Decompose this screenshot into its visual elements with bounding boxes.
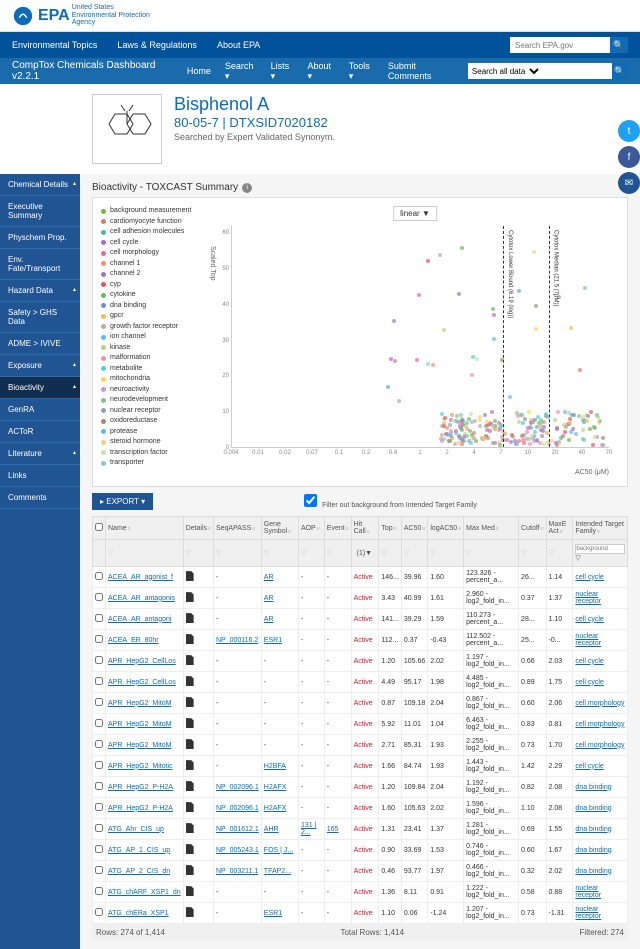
col-header[interactable]: Gene Symbol≡ [261,517,298,540]
sidebar-item-actor[interactable]: ACToR [0,421,80,443]
sidebar-item-env-fate-transport[interactable]: Env. Fate/Transport [0,249,80,280]
dashboard-search-input[interactable] [542,63,612,79]
epa-tagline: United StatesEnvironmental ProtectionAge… [72,4,150,27]
col-header[interactable] [93,517,106,540]
table-row[interactable]: ATG_AP_2_CIS_dnNP_003211.1TFAP2...--Acti… [93,861,628,882]
dashboard-search-button[interactable]: 🔍 [612,63,628,79]
scatter-plot[interactable]: Cytotox Lower Bound (6.19 (log))Cytotox … [231,226,609,448]
table-row[interactable]: ACEA_AR_antagonis-AR--Active3.4340.991.6… [93,588,628,609]
epa-logo[interactable]: EPA [12,5,70,27]
footer-rows: Rows: 274 of 1,414 [96,928,165,937]
table-row[interactable]: APR_HepG2_CellLos----Active4.4995.171.98… [93,672,628,693]
col-header[interactable]: SeqAPASS≡ [213,517,261,540]
nav-laws[interactable]: Laws & Regulations [117,40,197,50]
table-row[interactable]: APR_HepG2_P-H2ANP_002096.1H2AFX--Active1… [93,798,628,819]
filter-checkbox-row[interactable]: Filter out background from Intended Targ… [153,494,628,509]
table-row[interactable]: APR_HepG2_Mitotic-H2BFA--Active1.6684.74… [93,756,628,777]
col-header[interactable]: Event≡ [324,517,351,540]
search-scope-select[interactable]: Search all data [468,63,542,79]
nav-home[interactable]: Home [187,66,211,76]
col-header[interactable]: Max Med≡ [464,517,519,540]
sidebar-item-chemical-details[interactable]: Chemical Details▴ [0,174,80,196]
col-header[interactable]: Name≡ [106,517,184,540]
nav-search[interactable]: Search ▾ [225,61,257,82]
nav-about2[interactable]: About ▾ [307,61,334,82]
compound-subtitle: Searched by Expert Validated Synonym. [174,132,335,142]
chart-legend: background measurementcardiomyocyte func… [101,206,211,478]
col-header[interactable]: AC50≡ [401,517,427,540]
table-row[interactable]: ATG_Ahr_CIS_upNP_001612.1AHR131 | 2...16… [93,819,628,840]
filter-background-checkbox[interactable] [304,494,317,507]
export-button[interactable]: ▸ EXPORT ▾ [92,493,153,510]
compound-ids: 80-05-7 | DTXSID7020182 [174,115,335,130]
share-facebook-icon[interactable]: f [618,146,640,168]
structure-image [92,94,162,164]
nav-submit[interactable]: Submit Comments [388,61,454,81]
table-row[interactable]: ACEA_ER_80hrNP_000116.2ESR1--Active112..… [93,630,628,651]
compound-name: Bisphenol A [174,94,335,115]
section-title: Bioactivity - TOXCAST Summaryi [92,182,628,193]
x-axis-label: AC50 (μM) [575,469,609,476]
col-header[interactable]: MaxE Act≡ [546,517,573,540]
table-row[interactable]: APR_HepG2_MitoM----Active2.7185.311.932.… [93,735,628,756]
sidebar-item-links[interactable]: Links [0,465,80,487]
sidebar-item-hazard-data[interactable]: Hazard Data▴ [0,280,80,302]
sidebar-item-genra[interactable]: GenRA [0,399,80,421]
table-row[interactable]: APR_HepG2_MitoM----Active5.9211.011.046.… [93,714,628,735]
sidebar-item-executive-summary[interactable]: Executive Summary [0,196,80,227]
share-email-icon[interactable]: ✉ [618,172,640,194]
table-row[interactable]: ATG_AP_1_CIS_upNP_005243.1FOS | J...--Ac… [93,840,628,861]
table-row[interactable]: APR_HepG2_MitoM----Active0.87109.182.040… [93,693,628,714]
col-header[interactable]: Cutoff≡ [519,517,546,540]
nav-lists[interactable]: Lists ▾ [271,61,294,82]
sidebar-item-literature[interactable]: Literature▴ [0,443,80,465]
footer-filtered: Filtered: 274 [580,928,624,937]
nav-tools[interactable]: Tools ▾ [349,61,374,82]
scale-select[interactable]: linear ▼ [393,206,437,221]
epa-search-input[interactable] [510,37,610,53]
sidebar-item-physchem-prop-[interactable]: Physchem Prop. [0,227,80,249]
table-row[interactable]: ATG_chARF_XSP1_dn----Active1.368.110.911… [93,882,628,903]
col-header[interactable]: logAC50≡ [428,517,464,540]
col-header[interactable]: Details≡ [183,517,213,540]
col-header[interactable]: AOP≡ [298,517,324,540]
sidebar-item-adme-ivive[interactable]: ADME > IVIVE [0,333,80,355]
table-row[interactable]: APR_HepG2_P-H2ANP_002096.1H2AFX--Active1… [93,777,628,798]
nav-about[interactable]: About EPA [217,40,260,50]
sidebar-item-safety-ghs-data[interactable]: Safety > GHS Data [0,302,80,333]
sidebar-item-bioactivity[interactable]: Bioactivity▴ [0,377,80,399]
col-header[interactable]: Intended Target Family≡ [573,517,628,540]
dashboard-title: CompTox Chemicals Dashboard v2.2.1 [12,60,167,82]
col-header[interactable]: Top≡ [379,517,402,540]
table-row[interactable]: ACEA_AR_agonist_f-AR--Active146...39.961… [93,567,628,588]
epa-search-button[interactable]: 🔍 [610,37,628,53]
table-row[interactable]: ATG_chERa_XSP1-ESR1--Active1.100.06-1.24… [93,903,628,924]
footer-total: Total Rows: 1,414 [165,928,580,937]
sidebar-item-comments[interactable]: Comments [0,487,80,509]
info-icon[interactable]: i [242,183,252,193]
table-row[interactable]: APR_HepG2_CellLos----Active1.20105.662.0… [93,651,628,672]
sidebar-item-exposure[interactable]: Exposure▴ [0,355,80,377]
nav-topics[interactable]: Environmental Topics [12,40,97,50]
col-header[interactable]: Hit Call≡ [351,517,379,540]
share-twitter-icon[interactable]: t [618,120,640,142]
table-row[interactable]: ACEA_AR_antagoni-AR--Active141...39.291.… [93,609,628,630]
